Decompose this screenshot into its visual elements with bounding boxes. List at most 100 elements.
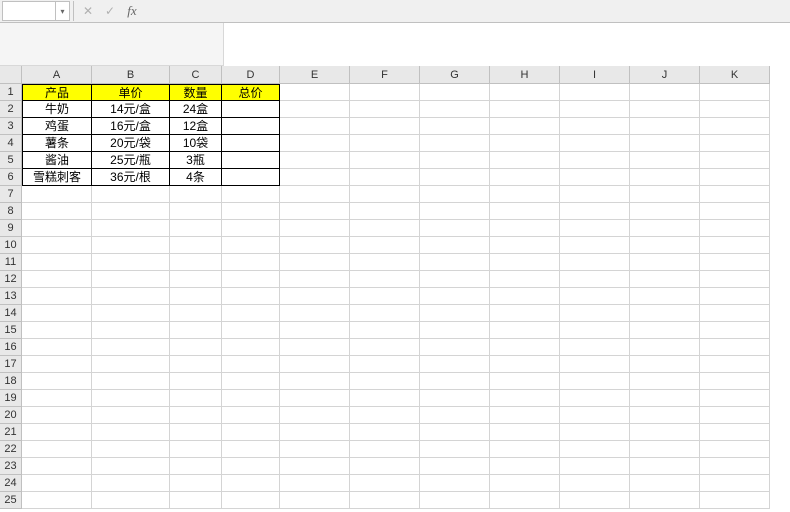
cell[interactable] [490,203,560,220]
cell[interactable] [222,288,280,305]
row-header[interactable]: 4 [0,135,22,152]
cell[interactable] [170,441,222,458]
cell[interactable] [350,254,420,271]
confirm-icon[interactable]: ✓ [99,1,121,21]
cell[interactable] [222,254,280,271]
cell[interactable] [420,407,490,424]
cell[interactable]: 16元/盒 [92,118,170,135]
cell[interactable] [630,305,700,322]
cell[interactable]: 25元/瓶 [92,152,170,169]
cell[interactable] [92,220,170,237]
cell[interactable] [560,322,630,339]
cell[interactable] [420,271,490,288]
cell[interactable] [560,152,630,169]
row-header[interactable]: 3 [0,118,22,135]
cell[interactable] [630,356,700,373]
cell[interactable] [92,305,170,322]
cell[interactable] [350,169,420,186]
cancel-icon[interactable]: ✕ [77,1,99,21]
cell[interactable] [92,441,170,458]
cell[interactable] [420,118,490,135]
cell[interactable] [170,322,222,339]
cell[interactable] [700,237,770,254]
row-header[interactable]: 14 [0,305,22,322]
cell[interactable] [222,152,280,169]
cell[interactable] [700,203,770,220]
cell[interactable] [280,220,350,237]
cell[interactable] [170,254,222,271]
cell[interactable] [490,441,560,458]
row-header[interactable]: 23 [0,458,22,475]
cell[interactable]: 10袋 [170,135,222,152]
cell[interactable] [350,203,420,220]
name-box[interactable] [2,1,56,21]
cell[interactable] [420,101,490,118]
cell[interactable] [700,271,770,288]
cell[interactable] [560,441,630,458]
cell[interactable] [280,84,350,101]
cell[interactable] [630,441,700,458]
cell[interactable] [420,135,490,152]
cell[interactable] [490,135,560,152]
cell[interactable] [700,373,770,390]
cell[interactable] [700,475,770,492]
cell[interactable] [700,186,770,203]
cell[interactable] [560,305,630,322]
cell[interactable] [280,390,350,407]
cell[interactable] [222,475,280,492]
cell[interactable] [222,322,280,339]
cell[interactable] [350,407,420,424]
cell[interactable] [490,356,560,373]
cell[interactable]: 数量 [170,84,222,101]
cell[interactable] [490,424,560,441]
cell[interactable] [350,339,420,356]
cell[interactable] [700,424,770,441]
cell[interactable] [222,492,280,509]
cell[interactable] [22,254,92,271]
cell[interactable]: 鸡蛋 [22,118,92,135]
col-header-C[interactable]: C [170,66,222,84]
cell[interactable]: 3瓶 [170,152,222,169]
cell[interactable] [630,220,700,237]
cell[interactable] [280,101,350,118]
cell[interactable] [280,186,350,203]
cell[interactable] [222,441,280,458]
col-header-D[interactable]: D [222,66,280,84]
cell[interactable] [280,135,350,152]
cell[interactable] [560,186,630,203]
cell[interactable] [490,169,560,186]
cell[interactable] [92,475,170,492]
cell[interactable] [222,339,280,356]
cell[interactable]: 产品 [22,84,92,101]
cell[interactable] [630,152,700,169]
cell[interactable] [222,237,280,254]
cell[interactable] [350,322,420,339]
cell[interactable] [490,237,560,254]
cell[interactable] [280,424,350,441]
cell[interactable] [630,254,700,271]
cell[interactable] [280,152,350,169]
cell[interactable] [630,101,700,118]
cell[interactable] [170,424,222,441]
cell[interactable] [490,475,560,492]
cell[interactable] [560,339,630,356]
cell[interactable] [420,305,490,322]
cell[interactable]: 24盒 [170,101,222,118]
cell[interactable] [700,356,770,373]
cell[interactable] [280,339,350,356]
cell[interactable] [350,271,420,288]
cell[interactable]: 单价 [92,84,170,101]
col-header-K[interactable]: K [700,66,770,84]
row-header[interactable]: 20 [0,407,22,424]
cell[interactable] [700,390,770,407]
name-box-dropdown[interactable]: ▾ [56,1,70,21]
cell[interactable] [420,152,490,169]
cell[interactable] [490,373,560,390]
cell[interactable] [350,152,420,169]
cell[interactable] [630,475,700,492]
cell[interactable] [280,288,350,305]
cell[interactable] [92,458,170,475]
cell[interactable] [700,288,770,305]
row-header[interactable]: 18 [0,373,22,390]
cell[interactable] [92,492,170,509]
